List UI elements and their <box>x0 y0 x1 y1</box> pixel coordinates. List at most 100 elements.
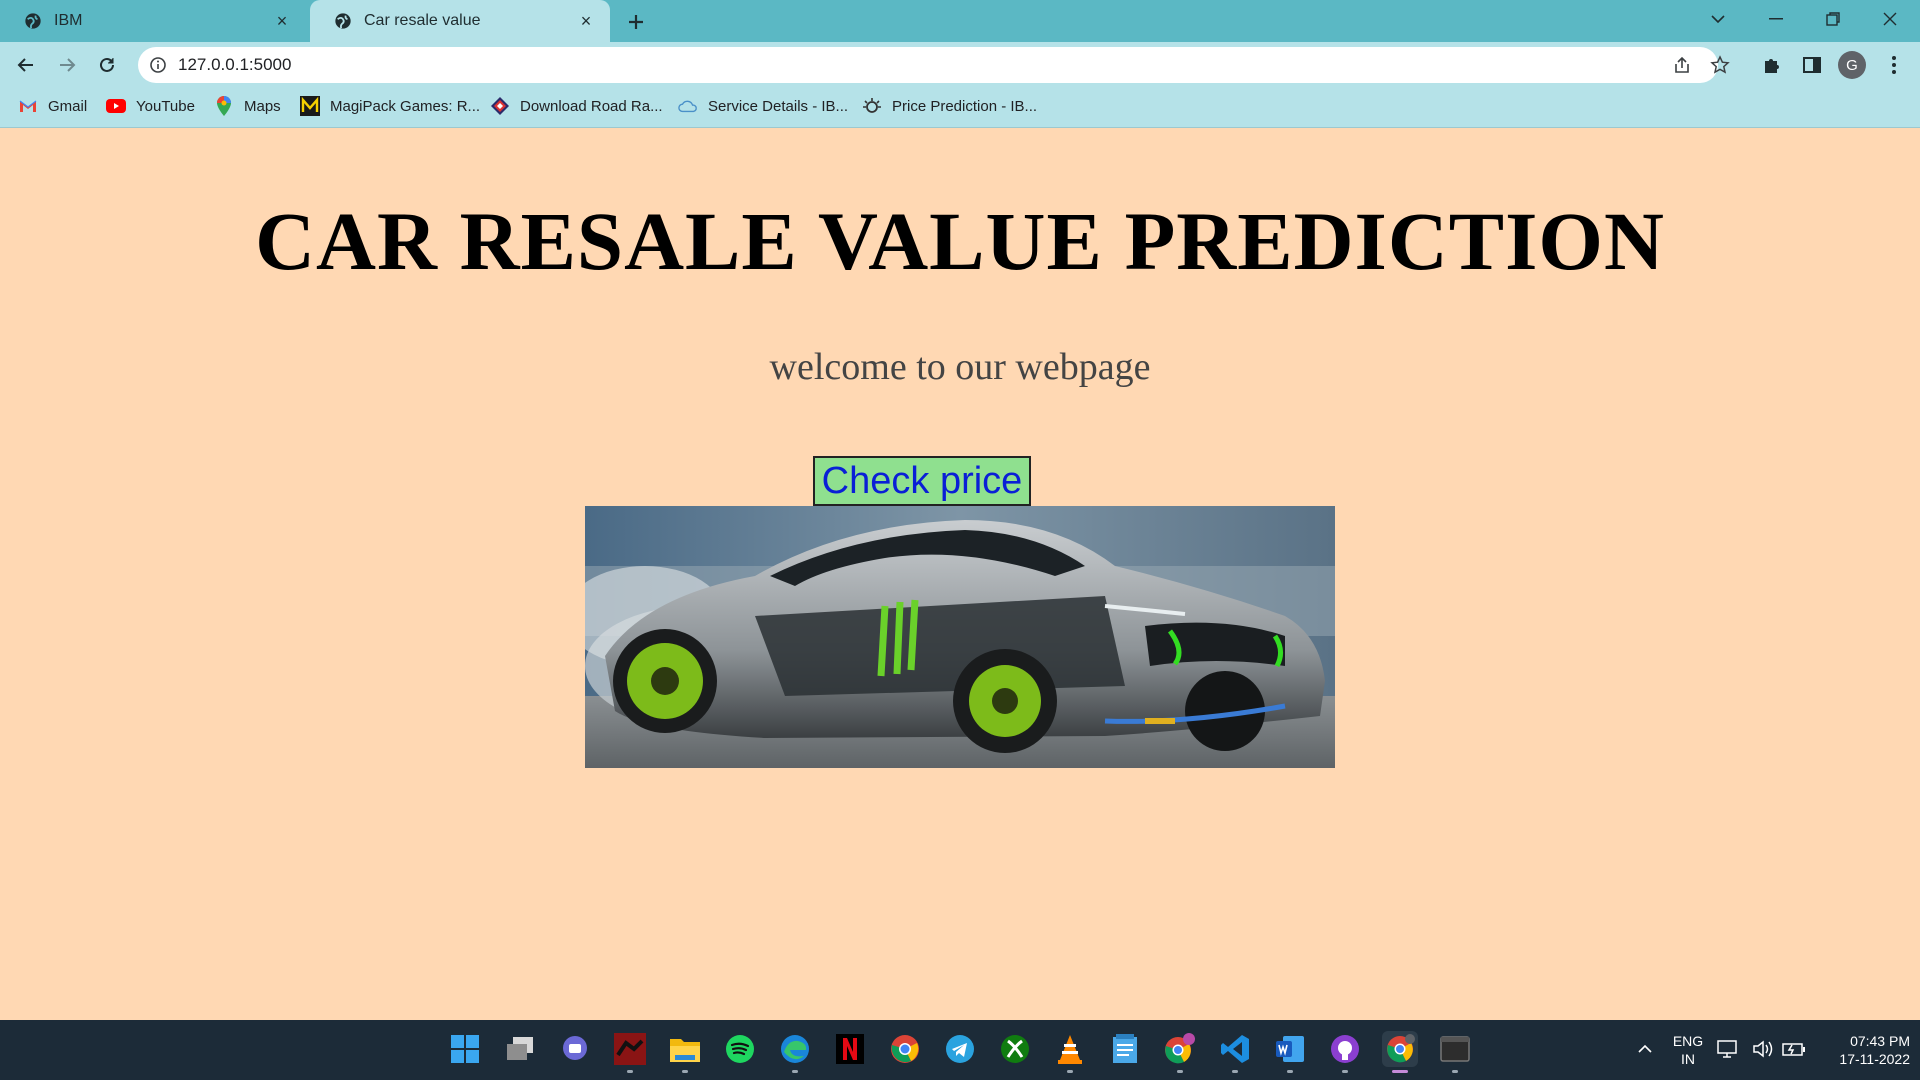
github-icon[interactable] <box>1327 1031 1363 1073</box>
running-indicator <box>1342 1070 1348 1073</box>
running-indicator <box>1452 1070 1458 1073</box>
running-indicator <box>1177 1070 1183 1073</box>
tab-car-resale[interactable]: Car resale value × <box>310 0 610 42</box>
notepad-icon[interactable] <box>1107 1031 1143 1067</box>
url-text: 127.0.0.1:5000 <box>178 55 292 74</box>
chevron-up-icon[interactable] <box>1627 1031 1663 1067</box>
bookmark-label: YouTube <box>136 97 195 115</box>
bookmark-youtube[interactable]: YouTube <box>106 88 195 124</box>
close-icon[interactable]: × <box>272 11 292 31</box>
magipack-icon <box>300 96 320 116</box>
close-icon[interactable]: × <box>576 11 596 31</box>
car-image <box>585 506 1335 768</box>
star-icon[interactable] <box>1710 55 1730 75</box>
plus-icon <box>629 15 643 29</box>
restore-button[interactable] <box>1805 0 1861 38</box>
puzzle-icon <box>1765 59 1779 73</box>
gear-icon <box>862 96 882 116</box>
bookmark-road-rash[interactable]: Download Road Ra... <box>490 88 663 124</box>
running-indicator <box>682 1070 688 1073</box>
spotify-icon[interactable] <box>722 1031 758 1067</box>
check-price-button[interactable]: Check price <box>813 456 1031 506</box>
bookmark-label: Service Details - IB... <box>708 97 849 115</box>
tab-ibm[interactable]: IBM × <box>0 0 306 42</box>
browser-toolbar: 127.0.0.1:5000 G <box>0 42 1920 88</box>
address-bar[interactable]: 127.0.0.1:5000 <box>138 47 1730 83</box>
language-code: ENG <box>1672 1033 1704 1049</box>
reload-button[interactable] <box>91 49 123 81</box>
close-icon <box>1883 12 1897 26</box>
network-icon[interactable] <box>1715 1031 1741 1067</box>
vscode-icon[interactable] <box>1217 1031 1253 1073</box>
cloud-icon <box>678 96 698 116</box>
task-view-icon[interactable] <box>502 1031 538 1067</box>
welcome-subtitle: welcome to our webpage <box>769 346 1151 388</box>
tab-search-button[interactable] <box>1690 0 1746 38</box>
tab-title: IBM <box>54 12 83 29</box>
running-indicator <box>627 1070 633 1073</box>
chrome-icon[interactable] <box>887 1031 923 1067</box>
menu-button[interactable] <box>1880 51 1908 79</box>
maps-icon <box>214 96 234 116</box>
bookmark-maps[interactable]: Maps <box>214 88 281 124</box>
side-panel-button[interactable] <box>1798 51 1826 79</box>
bookmark-price-prediction[interactable]: Price Prediction - IB... <box>862 88 1037 124</box>
edge-icon[interactable] <box>777 1031 813 1073</box>
globe-icon <box>335 13 351 29</box>
word-icon[interactable] <box>1272 1031 1308 1073</box>
kebab-menu-icon <box>1892 56 1896 74</box>
running-indicator <box>1232 1070 1238 1073</box>
minimize-icon <box>1769 18 1783 20</box>
new-tab-button[interactable] <box>622 8 650 36</box>
chevron-down-icon <box>1711 15 1725 24</box>
file-explorer-icon[interactable] <box>667 1031 703 1073</box>
clock-date: 17-11-2022 <box>1839 1051 1910 1067</box>
restore-icon <box>1826 12 1840 26</box>
input-language[interactable]: ENG IN <box>1665 1032 1711 1068</box>
tab-title: Car resale value <box>364 12 481 29</box>
arrow-right-icon <box>60 58 76 72</box>
region-code: IN <box>1681 1051 1695 1067</box>
netflix-icon[interactable] <box>832 1031 868 1067</box>
extensions-button[interactable] <box>1758 51 1786 79</box>
running-indicator <box>1287 1070 1293 1073</box>
chrome-active-icon[interactable] <box>1382 1031 1418 1073</box>
close-window-button[interactable] <box>1862 0 1918 38</box>
chrome-profile-icon[interactable] <box>1162 1031 1198 1073</box>
info-icon[interactable] <box>148 55 168 75</box>
page-content: CAR RESALE VALUE PREDICTION welcome to o… <box>0 128 1920 1020</box>
profile-avatar[interactable]: G <box>1838 51 1866 79</box>
bookmark-label: Download Road Ra... <box>520 97 663 115</box>
back-button[interactable] <box>10 49 42 81</box>
bookmark-label: Maps <box>244 97 281 115</box>
running-indicator <box>1067 1070 1073 1073</box>
tab-strip: IBM × Car resale value × <box>0 0 1920 42</box>
battery-icon[interactable] <box>1781 1031 1807 1067</box>
bookmarks-bar: Gmail YouTube Maps MagiPack Games: R... … <box>0 88 1920 128</box>
gmail-icon <box>18 96 38 116</box>
youtube-icon <box>106 96 126 116</box>
page-title: CAR RESALE VALUE PREDICTION <box>255 195 1665 287</box>
road-rash-icon <box>490 96 510 116</box>
minimize-button[interactable] <box>1748 0 1804 38</box>
vlc-icon[interactable] <box>1052 1031 1088 1073</box>
side-panel-icon <box>1803 57 1821 73</box>
clock-time: 07:43 PM <box>1850 1033 1910 1049</box>
volume-icon[interactable] <box>1750 1031 1776 1067</box>
forward-button[interactable] <box>51 49 83 81</box>
bookmark-magipack[interactable]: MagiPack Games: R... <box>300 88 480 124</box>
xbox-icon[interactable] <box>997 1031 1033 1067</box>
bookmark-label: Gmail <box>48 97 88 115</box>
running-indicator <box>792 1070 798 1073</box>
share-icon[interactable] <box>1672 55 1692 75</box>
terminal-icon[interactable] <box>1437 1031 1473 1073</box>
game-icon[interactable] <box>612 1031 648 1073</box>
bookmark-service-details[interactable]: Service Details - IB... <box>678 88 848 124</box>
reload-icon <box>100 57 114 72</box>
telegram-icon[interactable] <box>942 1031 978 1067</box>
teams-chat-icon[interactable] <box>557 1031 593 1067</box>
clock[interactable]: 07:43 PM 17-11-2022 <box>1815 1032 1910 1068</box>
bookmark-gmail[interactable]: Gmail <box>18 88 87 124</box>
active-indicator <box>1392 1070 1408 1073</box>
windows-start-icon[interactable] <box>447 1031 483 1067</box>
